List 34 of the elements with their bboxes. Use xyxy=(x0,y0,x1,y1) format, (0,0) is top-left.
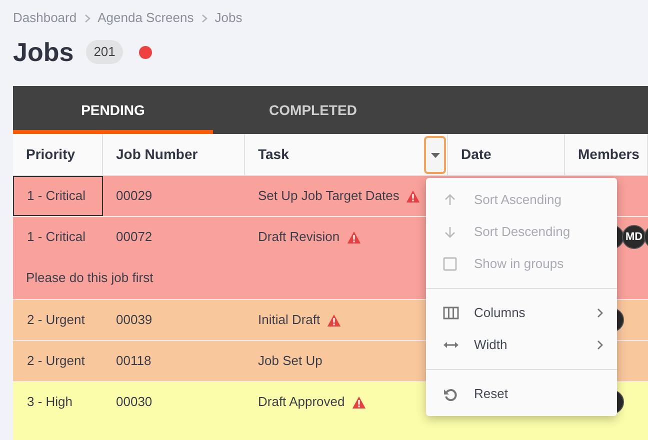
table-cell-text: 00029 xyxy=(115,187,154,206)
table-cell-text: Initial Draft xyxy=(258,311,320,330)
chevron-icon xyxy=(84,14,91,22)
chevron-right-icon xyxy=(597,340,603,350)
caret-icon xyxy=(430,152,440,158)
column-header[interactable]: Job Number xyxy=(103,134,245,175)
tab[interactable]: COMPLETED xyxy=(213,86,413,134)
table-cell-text: Set Up Job Target Dates xyxy=(258,187,400,206)
menu-item[interactable]: Columns xyxy=(426,297,617,329)
columns-icon xyxy=(443,306,459,320)
table-cell[interactable]: 3 - High xyxy=(13,382,103,422)
table-cell-text: Draft Approved xyxy=(258,393,345,412)
table-cell-text: 00039 xyxy=(115,311,154,330)
column-header[interactable]: Members xyxy=(565,134,648,175)
reset-icon xyxy=(443,387,459,401)
row-note: Please do this job first xyxy=(26,269,154,288)
page-title: Jobs xyxy=(13,36,74,68)
table-cell[interactable]: 1 - Critical xyxy=(13,176,103,216)
column-menu-button[interactable] xyxy=(424,136,446,174)
table-cell[interactable]: 2 - Urgent xyxy=(13,341,103,381)
table-cell-text: Draft Revision xyxy=(258,228,340,246)
member-avatar: MD xyxy=(622,225,646,249)
table-cell-text: 00072 xyxy=(115,228,154,246)
chevron-icon xyxy=(200,14,208,22)
table-cell-text: 00118 xyxy=(115,352,152,370)
count-badge: 201 xyxy=(86,40,124,64)
table-cell[interactable]: 1 - Critical xyxy=(13,217,103,257)
table-cell-text: 00030 xyxy=(115,393,154,412)
chevron-right-icon xyxy=(597,308,603,318)
checkbox-icon xyxy=(443,257,459,271)
table-cell[interactable]: 2 - Urgent xyxy=(13,300,103,340)
table-cell-text: Job Set Up xyxy=(258,352,322,370)
column-header[interactable]: Priority xyxy=(13,134,103,175)
column-header[interactable]: Date xyxy=(448,134,565,175)
